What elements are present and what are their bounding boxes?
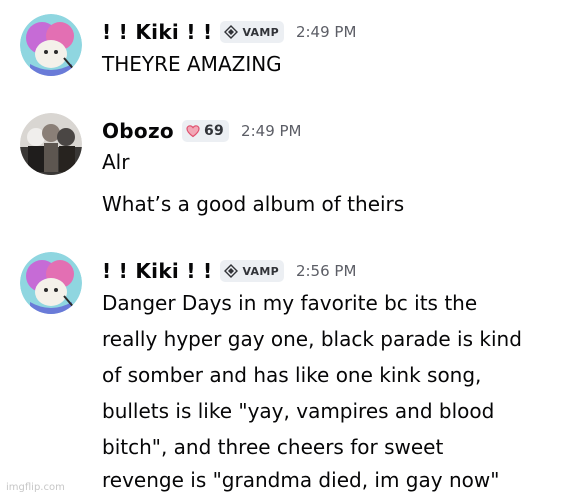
timestamp: 2:49 PM bbox=[295, 23, 357, 41]
heart-icon bbox=[186, 125, 200, 138]
message-text: Danger Days in my favorite bc its the bbox=[102, 291, 478, 315]
message-text: really hyper gay one, black parade is ki… bbox=[102, 327, 522, 351]
message-header: ! ! Kiki ! ! VAMP 2:49 PM bbox=[102, 20, 356, 44]
user-tag[interactable]: 69 bbox=[181, 120, 230, 142]
message-text: THEYRE AMAZING bbox=[102, 52, 282, 76]
avatar-kiki[interactable] bbox=[20, 252, 82, 314]
tag-label: 69 bbox=[203, 123, 225, 139]
message-text: bullets is like "yay, vampires and blood bbox=[102, 399, 495, 423]
diamond-icon bbox=[224, 25, 239, 39]
user-tag[interactable]: VAMP bbox=[220, 21, 284, 43]
chat-window: ! ! Kiki ! ! VAMP 2:49 PM THEYRE AMAZING bbox=[0, 0, 570, 500]
tag-label: VAMP bbox=[242, 25, 279, 39]
avatar-kiki-image bbox=[20, 252, 82, 314]
timestamp: 2:56 PM bbox=[295, 262, 357, 280]
timestamp: 2:49 PM bbox=[241, 122, 302, 140]
message-text: bitch", and three cheers for sweet bbox=[102, 435, 444, 459]
username[interactable]: ! ! Kiki ! ! bbox=[102, 259, 212, 283]
message-text: Alr bbox=[102, 150, 130, 174]
tag-label: VAMP bbox=[242, 264, 279, 278]
avatar-kiki[interactable] bbox=[20, 14, 82, 76]
message-header: ! ! Kiki ! ! VAMP 2:56 PM bbox=[102, 259, 356, 283]
avatar-kiki-image bbox=[20, 14, 82, 76]
message-text: What’s a good album of theirs bbox=[102, 192, 405, 216]
avatar-obozo[interactable] bbox=[20, 113, 82, 175]
avatar-obozo-image bbox=[20, 113, 82, 175]
username[interactable]: Obozo bbox=[102, 119, 174, 143]
diamond-icon bbox=[224, 264, 239, 278]
user-tag[interactable]: VAMP bbox=[220, 260, 284, 282]
message-text: revenge is "grandma died, im gay now" bbox=[102, 468, 500, 492]
message-header: Obozo 69 2:49 PM bbox=[102, 119, 302, 143]
username[interactable]: ! ! Kiki ! ! bbox=[102, 20, 212, 44]
message-text: of somber and has like one kink song, bbox=[102, 363, 482, 387]
watermark: imgflip.com bbox=[6, 482, 65, 493]
